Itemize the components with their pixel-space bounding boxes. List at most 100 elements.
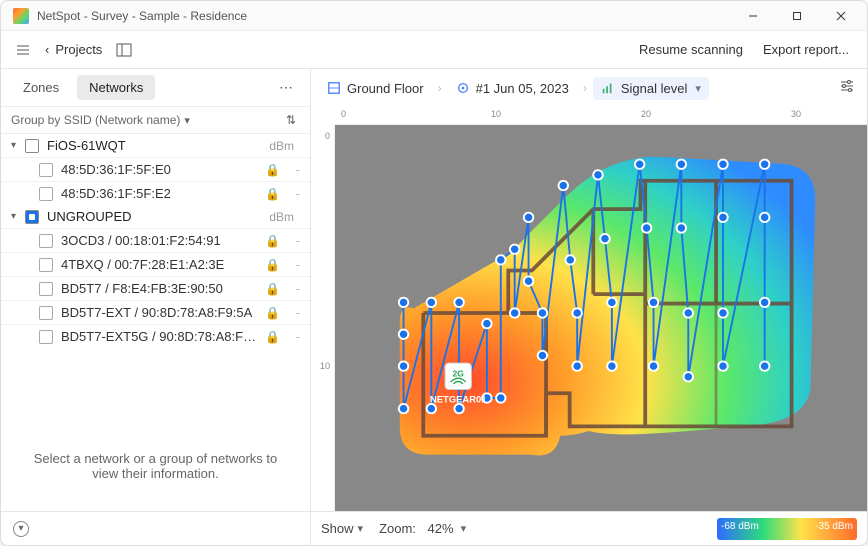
lock-icon: 🔒 bbox=[265, 163, 280, 177]
checkbox[interactable] bbox=[39, 330, 53, 344]
tab-networks[interactable]: Networks bbox=[77, 75, 155, 100]
close-button[interactable] bbox=[819, 1, 863, 31]
dbm-value: - bbox=[286, 281, 300, 296]
checkbox[interactable] bbox=[39, 282, 53, 296]
visualization-selector[interactable]: Signal level ▾ bbox=[593, 77, 709, 100]
legend-max: -35 dBm bbox=[815, 521, 853, 532]
dbm-value: - bbox=[286, 329, 300, 344]
show-selector[interactable]: Show ▾ bbox=[321, 521, 363, 536]
chevron-down-icon: ▾ bbox=[695, 82, 701, 95]
layout-icon[interactable] bbox=[110, 36, 138, 64]
expand-sidebar-icon[interactable]: ▾ bbox=[13, 521, 29, 537]
resume-scanning-button[interactable]: Resume scanning bbox=[629, 38, 753, 61]
network-item[interactable]: 3OCD3 / 00:18:01:F2:54:91 🔒- bbox=[1, 228, 310, 252]
signal-legend: -68 dBm -35 dBm bbox=[717, 518, 857, 540]
floor-icon bbox=[327, 81, 341, 95]
zoom-label: Zoom: bbox=[379, 521, 416, 536]
breadcrumb-snapshot-label: #1 Jun 05, 2023 bbox=[476, 81, 569, 96]
dbm-value: - bbox=[286, 162, 300, 177]
network-item[interactable]: BD5T7 / F8:E4:FB:3E:90:50 🔒- bbox=[1, 276, 310, 300]
network-label: 4TBXQ / 00:7F:28:E1:A2:3E bbox=[61, 257, 259, 272]
chevron-right-icon: › bbox=[438, 81, 442, 95]
lock-icon: 🔒 bbox=[265, 258, 280, 272]
caret-icon: ▾ bbox=[11, 140, 25, 151]
window-title: NetSpot - Survey - Sample - Residence bbox=[37, 9, 731, 23]
lock-icon: 🔒 bbox=[265, 187, 280, 201]
dbm-value: - bbox=[286, 305, 300, 320]
zoom-value: 42% bbox=[428, 521, 454, 536]
checkbox[interactable] bbox=[39, 163, 53, 177]
lock-icon: 🔒 bbox=[265, 330, 280, 344]
network-item[interactable]: BD5T7-EXT5G / 90:8D:78:A8:F9:5C 🔒- bbox=[1, 324, 310, 348]
unit-label: dBm bbox=[269, 139, 294, 153]
network-group-header[interactable]: ▾ UNGROUPEDdBm bbox=[1, 205, 310, 228]
main-toolbar: ‹ Projects Resume scanning Export report… bbox=[1, 31, 867, 69]
breadcrumb-floor[interactable]: Ground Floor bbox=[319, 77, 432, 100]
tab-zones[interactable]: Zones bbox=[11, 75, 71, 100]
dbm-value: - bbox=[286, 186, 300, 201]
dbm-value: - bbox=[286, 233, 300, 248]
ap-name-label: NETGEAR01 bbox=[430, 395, 487, 406]
network-label: BD5T7 / F8:E4:FB:3E:90:50 bbox=[61, 281, 259, 296]
ruler-horizontal: 0102030 bbox=[335, 107, 867, 125]
legend-min: -68 dBm bbox=[721, 521, 759, 532]
network-item[interactable]: 48:5D:36:1F:5F:E2 🔒- bbox=[1, 181, 310, 205]
chevron-down-icon: ▾ bbox=[358, 522, 364, 535]
ruler-vertical: 010 bbox=[311, 125, 335, 511]
network-item[interactable]: BD5T7-EXT / 90:8D:78:A8:F9:5A 🔒- bbox=[1, 300, 310, 324]
main-panel: Ground Floor › #1 Jun 05, 2023 › Signal … bbox=[311, 69, 867, 545]
network-label: 3OCD3 / 00:18:01:F2:54:91 bbox=[61, 233, 259, 248]
network-group-header[interactable]: ▾ FiOS-61WQTdBm bbox=[1, 134, 310, 157]
export-report-button[interactable]: Export report... bbox=[753, 38, 859, 61]
projects-label: Projects bbox=[55, 42, 102, 57]
group-by-label: Group by SSID (Network name) bbox=[11, 113, 180, 127]
caret-icon: ▾ bbox=[11, 211, 25, 222]
maximize-button[interactable] bbox=[775, 1, 819, 31]
network-label: BD5T7-EXT / 90:8D:78:A8:F9:5A bbox=[61, 305, 259, 320]
chevron-left-icon: ‹ bbox=[45, 42, 49, 57]
ap-band-label: 2G bbox=[453, 368, 465, 378]
network-list[interactable]: ▾FiOS-61WQTdBm48:5D:36:1F:5F:E0🔒-48:5D:3… bbox=[1, 134, 310, 421]
group-by-selector[interactable]: Group by SSID (Network name) ▾ ⇅ bbox=[1, 106, 310, 134]
group-name: FiOS-61WQT bbox=[47, 138, 269, 153]
checkbox[interactable] bbox=[39, 258, 53, 272]
checkbox[interactable] bbox=[25, 139, 39, 153]
titlebar: NetSpot - Survey - Sample - Residence bbox=[1, 1, 867, 31]
sidebar: Zones Networks ⋯ Group by SSID (Network … bbox=[1, 69, 311, 545]
lock-icon: 🔒 bbox=[265, 234, 280, 248]
network-label: BD5T7-EXT5G / 90:8D:78:A8:F9:5C bbox=[61, 329, 259, 344]
breadcrumb-snapshot[interactable]: #1 Jun 05, 2023 bbox=[448, 77, 577, 100]
chevron-right-icon: › bbox=[583, 81, 587, 95]
unit-label: dBm bbox=[269, 210, 294, 224]
checkbox[interactable] bbox=[39, 306, 53, 320]
selection-hint: Select a network or a group of networks … bbox=[1, 421, 310, 511]
lock-icon: 🔒 bbox=[265, 306, 280, 320]
chevron-down-icon: ▾ bbox=[458, 522, 467, 535]
group-name: UNGROUPED bbox=[47, 209, 269, 224]
network-item[interactable]: 48:5D:36:1F:5F:E0 🔒- bbox=[1, 157, 310, 181]
network-label: 48:5D:36:1F:5F:E0 bbox=[61, 162, 259, 177]
checkbox[interactable] bbox=[39, 234, 53, 248]
network-label: 48:5D:36:1F:5F:E2 bbox=[61, 186, 259, 201]
hamburger-icon[interactable] bbox=[9, 36, 37, 64]
settings-icon[interactable] bbox=[835, 74, 859, 103]
zoom-selector[interactable]: Zoom: 42% ▾ bbox=[379, 521, 466, 536]
sort-icon[interactable]: ⇅ bbox=[282, 111, 300, 129]
heatmap-canvas[interactable]: 2G NETGEAR01 bbox=[335, 125, 867, 511]
checkbox[interactable] bbox=[39, 187, 53, 201]
breadcrumb-floor-label: Ground Floor bbox=[347, 81, 424, 96]
snapshot-icon bbox=[456, 81, 470, 95]
back-to-projects[interactable]: ‹ Projects bbox=[37, 38, 110, 61]
show-label: Show bbox=[321, 521, 354, 536]
network-item[interactable]: 4TBXQ / 00:7F:28:E1:A2:3E 🔒- bbox=[1, 252, 310, 276]
more-icon[interactable]: ⋯ bbox=[273, 75, 300, 100]
chevron-down-icon: ▾ bbox=[184, 114, 190, 127]
app-icon bbox=[13, 8, 29, 24]
lock-icon: 🔒 bbox=[265, 282, 280, 296]
visualization-label: Signal level bbox=[621, 81, 688, 96]
checkbox[interactable] bbox=[25, 210, 39, 224]
signal-icon bbox=[601, 81, 615, 95]
minimize-button[interactable] bbox=[731, 1, 775, 31]
floorplan: 2G NETGEAR01 bbox=[353, 143, 843, 483]
dbm-value: - bbox=[286, 257, 300, 272]
